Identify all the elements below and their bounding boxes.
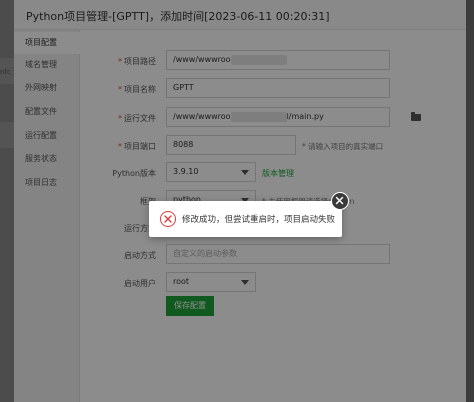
toast-close-button[interactable] bbox=[331, 192, 349, 210]
toast-message: 修改成功，但尝试重启时，项目启动失败 bbox=[182, 215, 336, 225]
error-toast: 修改成功，但尝试重启时，项目启动失败 bbox=[149, 201, 342, 237]
error-x-icon bbox=[160, 211, 176, 227]
